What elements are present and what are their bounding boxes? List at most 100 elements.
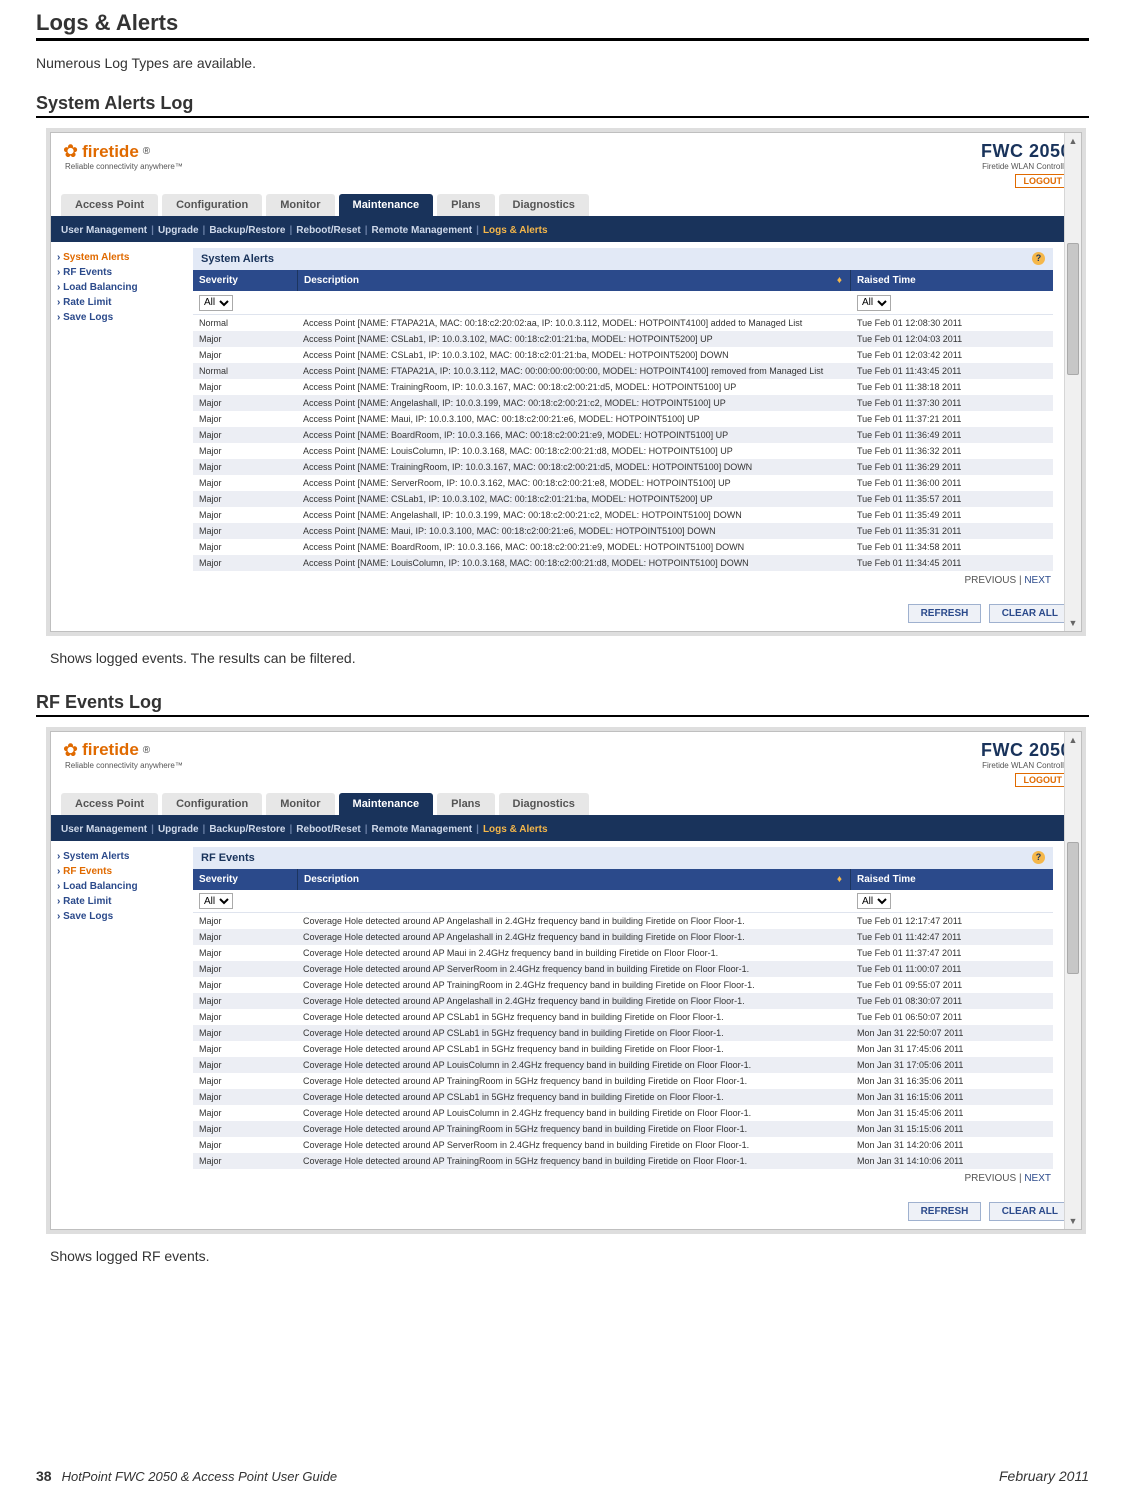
col-description[interactable]: Description♦ xyxy=(298,869,850,890)
intro-text: Numerous Log Types are available. xyxy=(36,55,1089,71)
product-subtitle: Firetide WLAN Controller xyxy=(981,162,1071,171)
cell-time: Tue Feb 01 11:35:57 2011 xyxy=(851,491,1053,507)
tab-maintenance[interactable]: Maintenance xyxy=(339,793,434,815)
table-row: MajorAccess Point [NAME: TrainingRoom, I… xyxy=(193,379,1053,395)
tab-diagnostics[interactable]: Diagnostics xyxy=(499,194,589,216)
help-icon[interactable]: ? xyxy=(1032,851,1045,864)
scroll-down-icon[interactable]: ▼ xyxy=(1065,1213,1081,1229)
table-row: MajorAccess Point [NAME: CSLab1, IP: 10.… xyxy=(193,331,1053,347)
tab-plans[interactable]: Plans xyxy=(437,793,494,815)
clear-all-button[interactable]: CLEAR ALL xyxy=(989,1202,1071,1221)
tab-configuration[interactable]: Configuration xyxy=(162,194,262,216)
cell-time: Mon Jan 31 16:35:06 2011 xyxy=(851,1073,1053,1089)
table-row: MajorAccess Point [NAME: Angelashall, IP… xyxy=(193,507,1053,523)
col-raised-time[interactable]: Raised Time xyxy=(850,270,1053,291)
logout-button[interactable]: LOGOUT xyxy=(1015,174,1072,188)
cell-description: Coverage Hole detected around AP Trainin… xyxy=(297,977,851,993)
cell-severity: Major xyxy=(193,977,297,993)
subnav-logs-alerts[interactable]: Logs & Alerts xyxy=(483,225,548,236)
col-severity[interactable]: Severity xyxy=(193,270,298,291)
cell-time: Mon Jan 31 14:10:06 2011 xyxy=(851,1153,1053,1169)
cell-description: Coverage Hole detected around AP Angelas… xyxy=(297,913,851,929)
scroll-up-icon[interactable]: ▲ xyxy=(1065,732,1081,748)
table-row: MajorCoverage Hole detected around AP CS… xyxy=(193,1089,1053,1105)
severity-filter[interactable]: All xyxy=(199,295,233,311)
sidebar-item-rf-events[interactable]: RF Events xyxy=(57,864,185,879)
cell-severity: Major xyxy=(193,1153,297,1169)
cell-severity: Major xyxy=(193,1137,297,1153)
sidebar-item-rf-events[interactable]: RF Events xyxy=(57,265,185,280)
cell-description: Access Point [NAME: BoardRoom, IP: 10.0.… xyxy=(297,427,851,443)
cell-severity: Major xyxy=(193,1105,297,1121)
tab-maintenance[interactable]: Maintenance xyxy=(339,194,434,216)
tab-monitor[interactable]: Monitor xyxy=(266,793,334,815)
subnav-upgrade[interactable]: Upgrade xyxy=(158,824,199,835)
sidebar-item-load-balancing[interactable]: Load Balancing xyxy=(57,280,185,295)
sidebar-item-rate-limit[interactable]: Rate Limit xyxy=(57,894,185,909)
scroll-down-icon[interactable]: ▼ xyxy=(1065,615,1081,631)
cell-description: Access Point [NAME: Maui, IP: 10.0.3.100… xyxy=(297,523,851,539)
sidebar-item-save-logs[interactable]: Save Logs xyxy=(57,310,185,325)
subnav-remote-management[interactable]: Remote Management xyxy=(372,824,473,835)
cell-time: Tue Feb 01 11:36:29 2011 xyxy=(851,459,1053,475)
time-filter[interactable]: All xyxy=(857,295,891,311)
subnav-logs-alerts[interactable]: Logs & Alerts xyxy=(483,824,548,835)
cell-time: Tue Feb 01 08:30:07 2011 xyxy=(851,993,1053,1009)
pagination: PREVIOUS | NEXT xyxy=(193,1169,1053,1186)
cell-severity: Major xyxy=(193,1073,297,1089)
cell-time: Tue Feb 01 11:35:31 2011 xyxy=(851,523,1053,539)
sidebar-item-load-balancing[interactable]: Load Balancing xyxy=(57,879,185,894)
cell-severity: Normal xyxy=(193,363,297,379)
subnav-reboot-reset[interactable]: Reboot/Reset xyxy=(296,225,360,236)
cell-time: Tue Feb 01 11:36:00 2011 xyxy=(851,475,1053,491)
cell-description: Coverage Hole detected around AP CSLab1 … xyxy=(297,1041,851,1057)
clear-all-button[interactable]: CLEAR ALL xyxy=(989,604,1071,623)
footer-date: February 2011 xyxy=(999,1468,1089,1484)
tab-access-point[interactable]: Access Point xyxy=(61,194,158,216)
tab-access-point[interactable]: Access Point xyxy=(61,793,158,815)
subnav-backup-restore[interactable]: Backup/Restore xyxy=(209,824,285,835)
refresh-button[interactable]: REFRESH xyxy=(908,604,982,623)
caption-system-alerts: Shows logged events. The results can be … xyxy=(50,650,1089,666)
subnav-backup-restore[interactable]: Backup/Restore xyxy=(209,225,285,236)
cell-description: Coverage Hole detected around AP ServerR… xyxy=(297,961,851,977)
time-filter[interactable]: All xyxy=(857,893,891,909)
cell-description: Access Point [NAME: Angelashall, IP: 10.… xyxy=(297,395,851,411)
sidebar-item-rate-limit[interactable]: Rate Limit xyxy=(57,295,185,310)
table-row: MajorCoverage Hole detected around AP Tr… xyxy=(193,1073,1053,1089)
sort-icon[interactable]: ♦ xyxy=(837,874,842,885)
cell-description: Access Point [NAME: FTAPA21A, MAC: 00:18… xyxy=(297,315,851,331)
cell-description: Coverage Hole detected around AP ServerR… xyxy=(297,1137,851,1153)
subnav-upgrade[interactable]: Upgrade xyxy=(158,225,199,236)
cell-time: Tue Feb 01 11:37:30 2011 xyxy=(851,395,1053,411)
col-description[interactable]: Description♦ xyxy=(298,270,850,291)
tab-diagnostics[interactable]: Diagnostics xyxy=(499,793,589,815)
cell-severity: Major xyxy=(193,945,297,961)
col-severity[interactable]: Severity xyxy=(193,869,298,890)
sidebar-item-system-alerts[interactable]: System Alerts xyxy=(57,849,185,864)
refresh-button[interactable]: REFRESH xyxy=(908,1202,982,1221)
tab-monitor[interactable]: Monitor xyxy=(266,194,334,216)
cell-severity: Major xyxy=(193,1089,297,1105)
sort-icon[interactable]: ♦ xyxy=(837,275,842,286)
next-link[interactable]: NEXT xyxy=(1024,1173,1051,1184)
sidebar-item-system-alerts[interactable]: System Alerts xyxy=(57,250,185,265)
tab-configuration[interactable]: Configuration xyxy=(162,793,262,815)
subnav-user-management[interactable]: User Management xyxy=(61,824,147,835)
logout-button[interactable]: LOGOUT xyxy=(1015,773,1072,787)
cell-description: Coverage Hole detected around AP LouisCo… xyxy=(297,1105,851,1121)
sidebar-item-save-logs[interactable]: Save Logs xyxy=(57,909,185,924)
subnav-remote-management[interactable]: Remote Management xyxy=(372,225,473,236)
tab-plans[interactable]: Plans xyxy=(437,194,494,216)
next-link[interactable]: NEXT xyxy=(1024,575,1051,586)
scroll-up-icon[interactable]: ▲ xyxy=(1065,133,1081,149)
table-row: MajorCoverage Hole detected around AP Lo… xyxy=(193,1105,1053,1121)
help-icon[interactable]: ? xyxy=(1032,252,1045,265)
cell-time: Tue Feb 01 11:34:45 2011 xyxy=(851,555,1053,571)
subnav-reboot-reset[interactable]: Reboot/Reset xyxy=(296,824,360,835)
cell-description: Access Point [NAME: CSLab1, IP: 10.0.3.1… xyxy=(297,347,851,363)
severity-filter[interactable]: All xyxy=(199,893,233,909)
subnav-user-management[interactable]: User Management xyxy=(61,225,147,236)
cell-description: Coverage Hole detected around AP LouisCo… xyxy=(297,1057,851,1073)
col-raised-time[interactable]: Raised Time xyxy=(850,869,1053,890)
